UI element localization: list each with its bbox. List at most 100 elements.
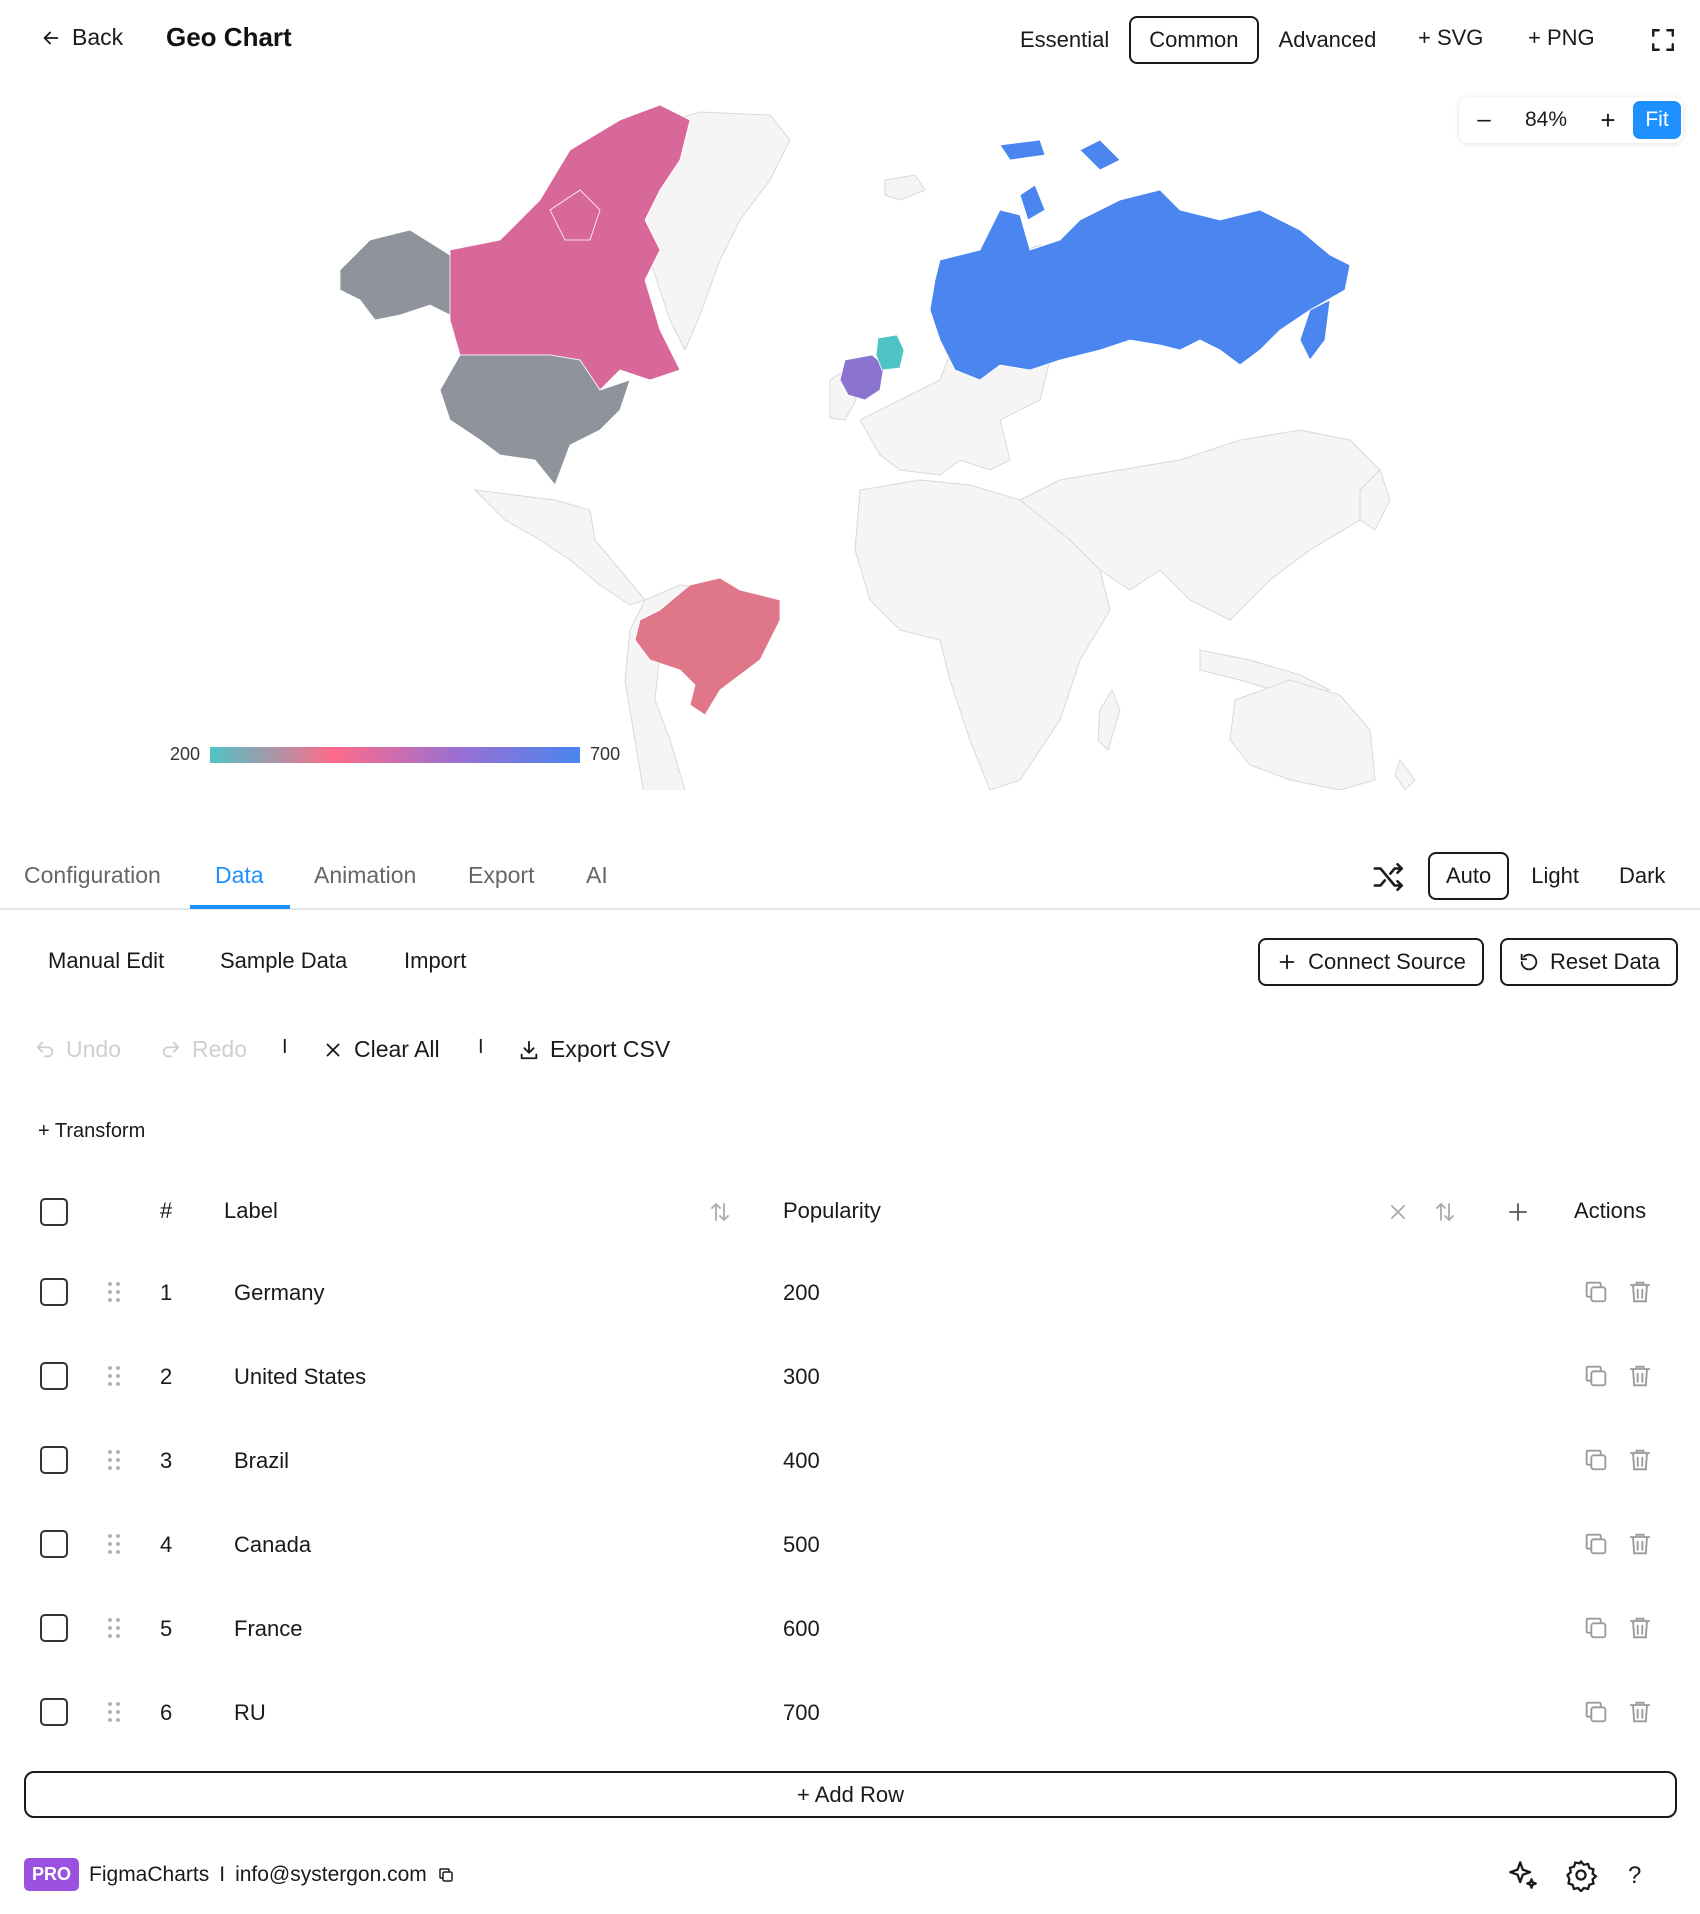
delete-row-icon[interactable] <box>1626 1698 1654 1726</box>
duplicate-row-icon[interactable] <box>1582 1362 1610 1390</box>
subtab-import[interactable]: Import <box>404 948 466 974</box>
column-header-actions: Actions <box>1574 1198 1647 1223</box>
help-button[interactable]: ? <box>1628 1862 1641 1890</box>
subtab-sample-data[interactable]: Sample Data <box>220 948 347 974</box>
table-row: 1 Germany 200 <box>0 1260 1700 1344</box>
region-germany[interactable] <box>875 334 905 371</box>
duplicate-row-icon[interactable] <box>1582 1278 1610 1306</box>
row-value[interactable]: 600 <box>783 1616 820 1642</box>
contact-email[interactable]: info@systergon.com <box>235 1863 427 1887</box>
redo-label: Redo <box>192 1036 247 1062</box>
drag-handle-icon[interactable] <box>107 1280 121 1304</box>
row-label[interactable]: France <box>234 1616 302 1642</box>
row-label[interactable]: Germany <box>234 1280 324 1306</box>
select-all-checkbox[interactable] <box>40 1198 68 1226</box>
region-iceland[interactable] <box>884 174 926 201</box>
theme-auto[interactable]: Auto <box>1428 852 1510 900</box>
legend-max: 700 <box>590 744 621 764</box>
delete-row-icon[interactable] <box>1626 1530 1654 1558</box>
row-value[interactable]: 400 <box>783 1448 820 1474</box>
row-checkbox[interactable] <box>40 1530 68 1558</box>
theme-dark[interactable]: Dark <box>1601 852 1683 900</box>
zoom-in-button[interactable]: + <box>1583 105 1633 136</box>
clear-all-button[interactable]: Clear All <box>322 1036 440 1063</box>
row-checkbox[interactable] <box>40 1698 68 1726</box>
row-label[interactable]: Brazil <box>234 1448 289 1474</box>
zoom-fit-button[interactable]: Fit <box>1633 101 1681 139</box>
region-australia[interactable] <box>1229 679 1376 790</box>
add-svg-button[interactable]: + SVG <box>1418 25 1483 51</box>
mode-tab-advanced[interactable]: Advanced <box>1259 16 1397 64</box>
region-mexico[interactable] <box>473 489 646 606</box>
mode-tab-essential[interactable]: Essential <box>1000 16 1129 64</box>
row-checkbox[interactable] <box>40 1362 68 1390</box>
export-csv-label: Export CSV <box>550 1036 671 1062</box>
tab-animation[interactable]: Animation <box>314 862 416 889</box>
delete-row-icon[interactable] <box>1626 1362 1654 1390</box>
row-value[interactable]: 700 <box>783 1700 820 1726</box>
region-russia[interactable] <box>929 189 1351 381</box>
duplicate-row-icon[interactable] <box>1582 1614 1610 1642</box>
gear-icon[interactable] <box>1564 1858 1598 1892</box>
connect-source-button[interactable]: Connect Source <box>1258 938 1484 986</box>
row-value[interactable]: 200 <box>783 1280 820 1306</box>
reset-data-button[interactable]: Reset Data <box>1500 938 1678 986</box>
sort-icon[interactable] <box>1433 1200 1457 1224</box>
delete-row-icon[interactable] <box>1626 1446 1654 1474</box>
fullscreen-icon[interactable] <box>1650 27 1676 53</box>
tab-export[interactable]: Export <box>468 862 534 889</box>
undo-button[interactable]: Undo <box>34 1036 121 1063</box>
region-madagascar[interactable] <box>1097 688 1121 751</box>
row-checkbox[interactable] <box>40 1446 68 1474</box>
drag-handle-icon[interactable] <box>107 1364 121 1388</box>
redo-button[interactable]: Redo <box>160 1036 247 1063</box>
sparkle-icon[interactable] <box>1506 1858 1540 1892</box>
drag-handle-icon[interactable] <box>107 1616 121 1640</box>
mode-tab-common[interactable]: Common <box>1129 16 1259 64</box>
remove-column-icon[interactable] <box>1386 1200 1410 1224</box>
duplicate-row-icon[interactable] <box>1582 1530 1610 1558</box>
row-checkbox[interactable] <box>40 1614 68 1642</box>
back-button[interactable]: Back <box>40 24 123 51</box>
tab-data[interactable]: Data <box>215 862 264 889</box>
delete-row-icon[interactable] <box>1626 1278 1654 1306</box>
copy-icon[interactable] <box>437 1866 455 1884</box>
subtab-manual-edit[interactable]: Manual Edit <box>48 948 164 974</box>
region-canada[interactable] <box>449 104 691 391</box>
tab-configuration[interactable]: Configuration <box>24 862 161 889</box>
region-new-zealand[interactable] <box>1394 758 1416 790</box>
row-label[interactable]: RU <box>234 1700 266 1726</box>
delete-row-icon[interactable] <box>1626 1614 1654 1642</box>
drag-handle-icon[interactable] <box>107 1532 121 1556</box>
row-checkbox[interactable] <box>40 1278 68 1306</box>
theme-light[interactable]: Light <box>1513 852 1597 900</box>
sort-icon[interactable] <box>708 1200 732 1224</box>
row-label[interactable]: Canada <box>234 1532 311 1558</box>
add-column-icon[interactable] <box>1506 1200 1530 1224</box>
toolbar-separator: I <box>478 1036 484 1058</box>
brand-name: FigmaCharts <box>89 1862 210 1886</box>
table-row: 2 United States 300 <box>0 1344 1700 1428</box>
transform-button[interactable]: + Transform <box>38 1120 145 1143</box>
zoom-out-button[interactable]: – <box>1459 106 1509 134</box>
region-russia-arctic[interactable] <box>999 139 1121 221</box>
reset-data-label: Reset Data <box>1549 949 1661 974</box>
theme-tabs: Auto Light Dark <box>1428 852 1687 900</box>
toolbar-separator: I <box>282 1036 288 1058</box>
add-png-button[interactable]: + PNG <box>1528 25 1595 51</box>
reset-icon <box>1520 953 1538 971</box>
duplicate-row-icon[interactable] <box>1582 1446 1610 1474</box>
drag-handle-icon[interactable] <box>107 1700 121 1724</box>
export-csv-button[interactable]: Export CSV <box>518 1036 670 1063</box>
page-title: Geo Chart <box>166 22 292 52</box>
row-value[interactable]: 500 <box>783 1532 820 1558</box>
add-row-button[interactable]: + Add Row <box>24 1771 1677 1818</box>
tab-ai[interactable]: AI <box>586 862 608 889</box>
drag-handle-icon[interactable] <box>107 1448 121 1472</box>
shuffle-icon[interactable] <box>1372 860 1406 894</box>
duplicate-row-icon[interactable] <box>1582 1698 1610 1726</box>
row-value[interactable]: 300 <box>783 1364 820 1390</box>
row-number: 4 <box>160 1532 173 1557</box>
region-alaska[interactable] <box>339 229 461 321</box>
row-label[interactable]: United States <box>234 1364 366 1390</box>
